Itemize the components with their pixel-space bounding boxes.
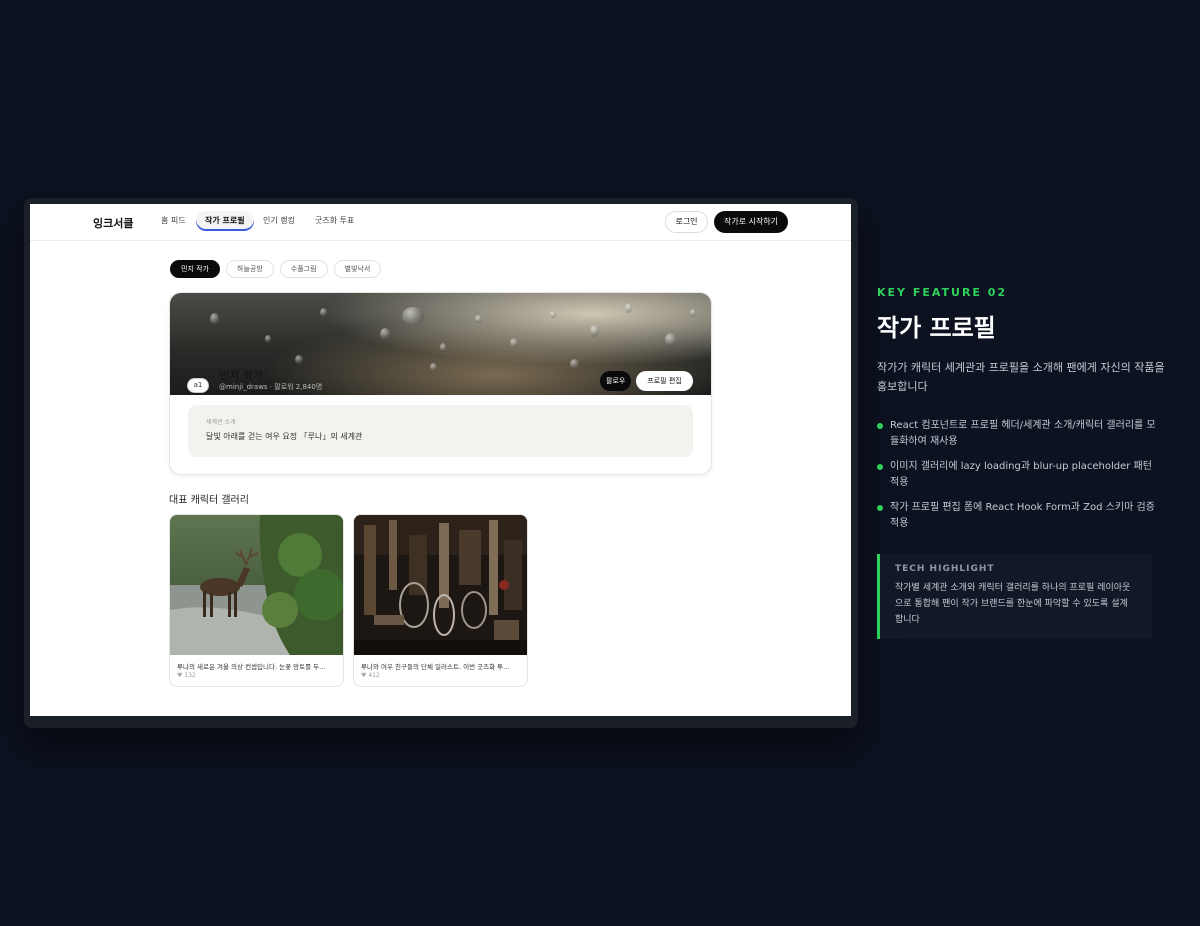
feature-label: KEY FEATURE 02 <box>877 286 1008 299</box>
gallery-likes: ♥ 412 <box>361 672 380 679</box>
like-count: 132 <box>184 672 196 679</box>
like-count: 412 <box>368 672 380 679</box>
feature-bullets: React 컴포넌트로 프로필 헤더/세계관 소개/캐릭터 갤러리를 모듈화하여… <box>877 418 1157 541</box>
profile-card: a1 민지 작가 @minji_draws · 팔로워 2,840명 팔로우 프… <box>169 292 712 475</box>
gallery-card[interactable]: 루나의 새로운 겨울 의상 컨셉입니다. 눈꽃 망토를 두... ♥ 132 <box>169 514 344 687</box>
chip-author[interactable]: 별빛낙서 <box>333 260 382 278</box>
start-as-author-button[interactable]: 작가로 시작하기 <box>714 211 788 233</box>
nav-home-feed[interactable]: 홈 피드 <box>161 215 186 226</box>
edit-profile-button[interactable]: 프로필 편집 <box>636 371 693 391</box>
top-nav: 잉크서클 홈 피드 작가 프로필 인기 랭킹 굿즈화 투표 로그인 작가로 시작… <box>30 204 851 241</box>
bullet-dot-icon <box>877 464 883 470</box>
gallery-image-deer[interactable] <box>170 515 343 655</box>
gallery-image-tools[interactable] <box>354 515 527 655</box>
feature-bullet: React 컴포넌트로 프로필 헤더/세계관 소개/캐릭터 갤러리를 모듈화하여… <box>877 418 1157 450</box>
login-button[interactable]: 로그인 <box>665 211 708 233</box>
app-logo[interactable]: 잉크서클 <box>93 215 133 231</box>
follow-button[interactable]: 팔로우 <box>600 371 632 391</box>
tech-highlight: TECH HIGHLIGHT 작가별 세계관 소개와 캐릭터 갤러리를 하나의 … <box>877 554 1152 639</box>
gallery-caption: 루나와 여우 친구들의 단체 일러스트. 이번 굿즈화 투... <box>361 663 510 671</box>
author-handle: @minji_draws · 팔로워 2,840명 <box>219 383 323 391</box>
gallery-card[interactable]: 루나와 여우 친구들의 단체 일러스트. 이번 굿즈화 투... ♥ 412 <box>353 514 528 687</box>
bullet-dot-icon <box>877 423 883 429</box>
gallery-title: 대표 캐릭터 갤러리 <box>169 495 249 506</box>
author-chips: 민지 작가 하늘공방 수풀그림 별빛낙서 <box>170 260 382 278</box>
gallery-likes: ♥ 132 <box>177 672 196 679</box>
feature-title: 작가 프로필 <box>877 314 996 342</box>
author-name: 민지 작가 <box>219 369 263 382</box>
nav-goods-vote[interactable]: 굿즈화 투표 <box>315 215 354 226</box>
gallery-caption: 루나의 새로운 겨울 의상 컨셉입니다. 눈꽃 망토를 두... <box>177 663 326 671</box>
nav-popular-ranking[interactable]: 인기 랭킹 <box>263 215 295 226</box>
app-screen: 잉크서클 홈 피드 작가 프로필 인기 랭킹 굿즈화 투표 로그인 작가로 시작… <box>30 204 851 716</box>
feature-bullet: 이미지 갤러리에 lazy loading과 blur-up placehold… <box>877 459 1157 491</box>
author-avatar[interactable]: a1 <box>187 378 209 393</box>
heart-icon: ♥ <box>361 672 367 679</box>
chip-author[interactable]: 하늘공방 <box>226 260 274 278</box>
worldview-intro: 세계관 소개 달빛 아래를 걷는 여우 요정 「루나」의 세계관 <box>188 405 693 457</box>
bullet-dot-icon <box>877 505 883 511</box>
tech-highlight-text: 작가별 세계관 소개와 캐릭터 갤러리를 하나의 프로필 레이아웃으로 통합해 … <box>895 583 1131 625</box>
nav-author-profile[interactable]: 작가 프로필 <box>196 211 254 231</box>
device-frame: 잉크서클 홈 피드 작가 프로필 인기 랭킹 굿즈화 투표 로그인 작가로 시작… <box>24 198 858 728</box>
tech-highlight-label: TECH HIGHLIGHT <box>895 564 995 574</box>
feature-bullet: 작가 프로필 편집 폼에 React Hook Form과 Zod 스키마 검증… <box>877 500 1157 532</box>
worldview-text: 달빛 아래를 걷는 여우 요정 「루나」의 세계관 <box>206 432 363 441</box>
heart-icon: ♥ <box>177 672 183 679</box>
chip-author[interactable]: 민지 작가 <box>170 260 220 278</box>
worldview-label: 세계관 소개 <box>206 419 236 426</box>
feature-description: 작가가 캐릭터 세계관과 프로필을 소개해 팬에게 자신의 작품을 홍보합니다 <box>877 361 1165 393</box>
chip-author[interactable]: 수풀그림 <box>279 260 328 278</box>
